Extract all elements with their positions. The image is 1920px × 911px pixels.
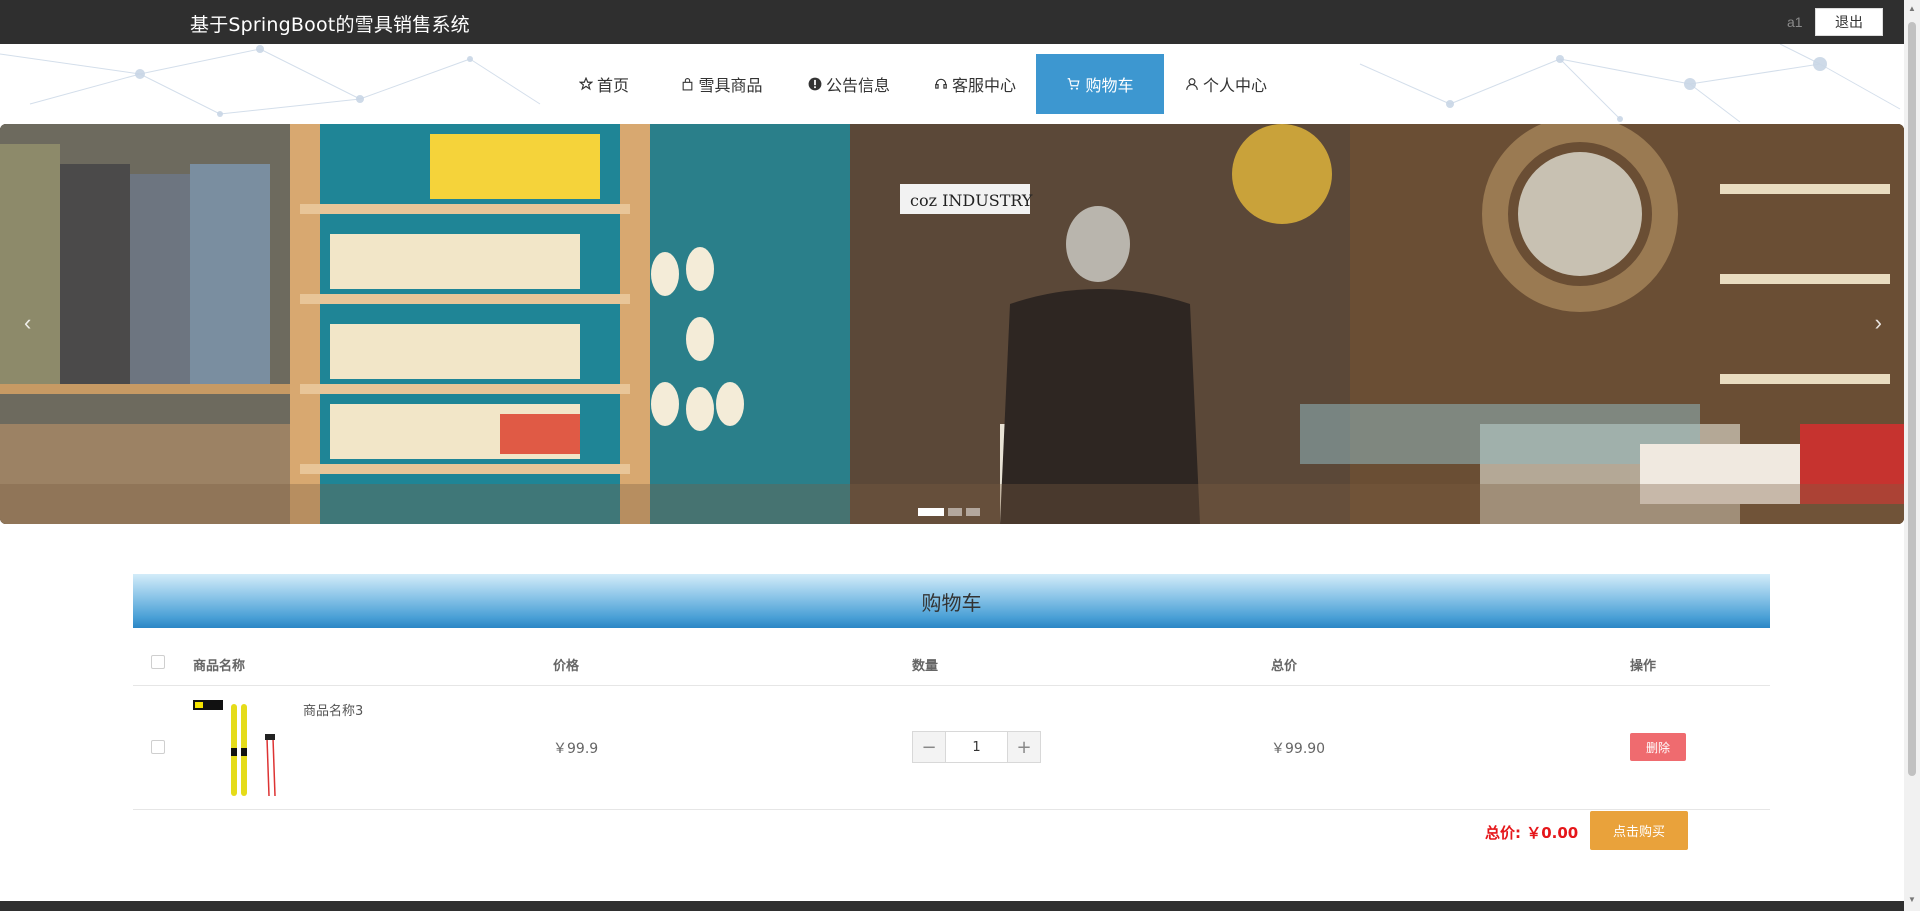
page-scrollbar[interactable]: ▲ ▼ (1904, 0, 1920, 911)
col-quantity: 数量 (912, 659, 939, 674)
banner-store-image: coz INDUSTRY (0, 124, 1904, 524)
bag-icon (681, 77, 694, 91)
carousel-dot[interactable] (918, 508, 944, 516)
product-subtotal: ￥99.90 (1271, 741, 1326, 757)
delete-button[interactable]: 删除 (1630, 733, 1686, 761)
increment-button[interactable]: + (1008, 732, 1040, 762)
quantity-stepper: − 1 + (912, 731, 1041, 763)
store-sign: coz INDUSTRY (910, 191, 1033, 210)
decrement-button[interactable]: − (913, 732, 945, 762)
scroll-down-icon[interactable]: ▼ (1908, 895, 1916, 904)
nav-customer-service[interactable]: 客服中心 (914, 54, 1036, 114)
cart-table-header: 商品名称 价格 数量 总价 操作 (133, 640, 1770, 686)
product-name[interactable]: 商品名称3 (303, 700, 363, 719)
chevron-left-icon[interactable]: ‹ (24, 310, 31, 336)
footer-bar (0, 901, 1920, 911)
banner-carousel[interactable]: coz INDUSTRY ‹ › (0, 124, 1904, 524)
headset-icon (934, 77, 948, 91)
scroll-up-icon[interactable]: ▲ (1908, 4, 1916, 13)
buy-button[interactable]: 点击购买 (1590, 811, 1688, 850)
carousel-dot[interactable] (966, 508, 980, 516)
select-all-checkbox[interactable] (151, 655, 165, 669)
cart-icon (1066, 77, 1081, 91)
nav-home[interactable]: 首页 (548, 54, 660, 114)
cart-section-title: 购物车 (133, 574, 1770, 628)
quantity-input[interactable]: 1 (945, 732, 1008, 762)
col-action: 操作 (1630, 659, 1657, 674)
carousel-dot[interactable] (948, 508, 962, 516)
chevron-right-icon[interactable]: › (1875, 310, 1882, 336)
table-row: 商品名称3 ￥99.9 − 1 + ￥99.90 删除 (133, 686, 1770, 810)
nav-announcements[interactable]: 公告信息 (784, 54, 914, 114)
nav-shopping-cart[interactable]: 购物车 (1036, 54, 1164, 114)
nav-personal-center[interactable]: 个人中心 (1164, 54, 1288, 114)
carousel-indicators (918, 508, 980, 516)
col-price: 价格 (553, 659, 580, 674)
star-icon (578, 77, 593, 91)
username: a1 (1787, 14, 1803, 30)
cart-table: 商品名称 价格 数量 总价 操作 商品名称3 ￥99.9 − 1 + ￥99.9… (133, 640, 1770, 810)
site-title: 基于SpringBoot的雪具销售系统 (190, 14, 470, 36)
col-subtotal: 总价 (1271, 659, 1298, 674)
main-menu: 首页 雪具商品 公告信息 客服中心 购物车 个人中心 (548, 54, 1288, 114)
row-checkbox[interactable] (151, 740, 165, 754)
logout-button[interactable]: 退出 (1815, 8, 1883, 36)
user-icon (1185, 77, 1199, 91)
product-price: ￥99.9 (553, 741, 599, 757)
exclamation-icon (808, 77, 822, 91)
top-bar: 基于SpringBoot的雪具销售系统 a1 退出 (0, 0, 1904, 44)
ski-product-icon (193, 700, 276, 797)
cart-total: 总价: ￥0.00 (1485, 824, 1579, 842)
nav-ski-products[interactable]: 雪具商品 (660, 54, 784, 114)
scroll-thumb[interactable] (1908, 22, 1916, 776)
navigation-bar: 首页 雪具商品 公告信息 客服中心 购物车 个人中心 (0, 44, 1904, 124)
col-product-name: 商品名称 (193, 659, 246, 674)
